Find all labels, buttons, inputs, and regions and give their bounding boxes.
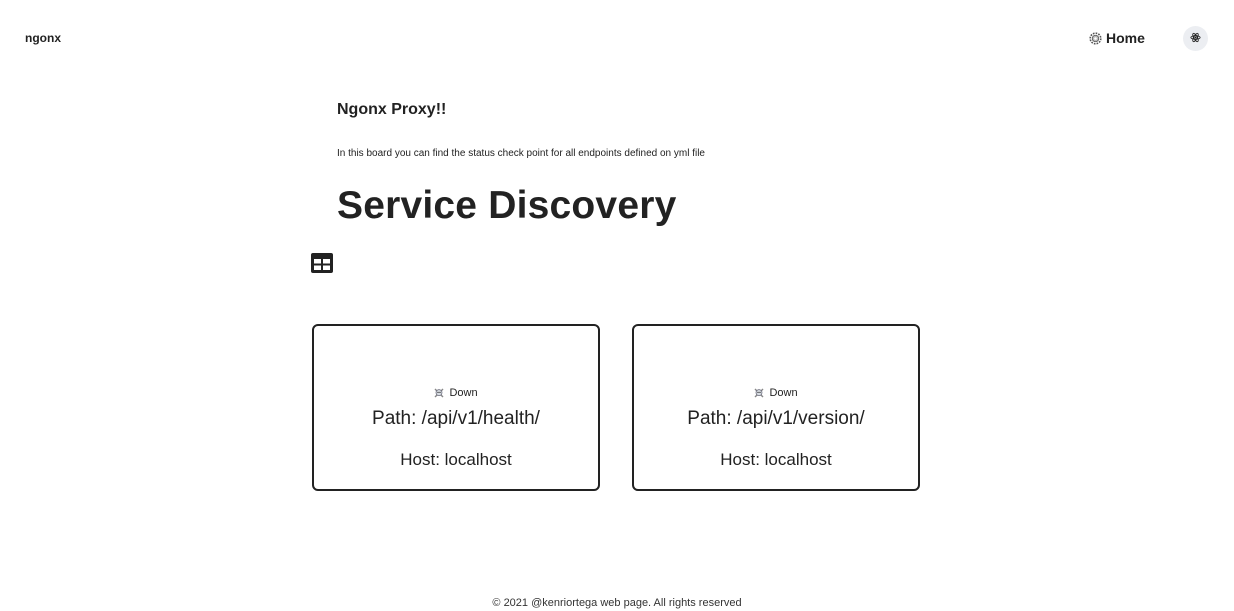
service-host: Host: localhost bbox=[400, 450, 512, 469]
brand-logo[interactable]: ngonx bbox=[25, 31, 61, 45]
skull-icon bbox=[434, 388, 444, 398]
intro-description: In this board you can find the status ch… bbox=[337, 148, 705, 159]
status-label: Down bbox=[769, 387, 798, 399]
theme-toggle-button[interactable] bbox=[1183, 26, 1208, 51]
atom-icon bbox=[1190, 30, 1201, 48]
status-label: Down bbox=[449, 387, 478, 399]
home-link-label: Home bbox=[1106, 30, 1145, 46]
service-card[interactable]: Down Path: /api/v1/version/ Host: localh… bbox=[632, 324, 920, 491]
page: ngonx Home Ngonx Proxy!! In this board y… bbox=[0, 0, 1234, 611]
gear-icon bbox=[1089, 31, 1102, 45]
intro-title: Ngonx Proxy!! bbox=[337, 101, 447, 118]
service-path: Path: /api/v1/version/ bbox=[687, 408, 865, 429]
home-link[interactable]: Home bbox=[1089, 30, 1145, 46]
skull-icon bbox=[754, 388, 764, 398]
status-badge: Down bbox=[314, 387, 598, 399]
table-grid-icon[interactable] bbox=[311, 253, 333, 273]
page-title: Service Discovery bbox=[337, 184, 677, 227]
status-badge: Down bbox=[634, 387, 918, 399]
service-path: Path: /api/v1/health/ bbox=[372, 408, 540, 429]
footer-copyright: © 2021 @kenriortega web page. All rights… bbox=[492, 597, 742, 609]
service-host: Host: localhost bbox=[720, 450, 832, 469]
service-card[interactable]: Down Path: /api/v1/health/ Host: localho… bbox=[312, 324, 600, 491]
